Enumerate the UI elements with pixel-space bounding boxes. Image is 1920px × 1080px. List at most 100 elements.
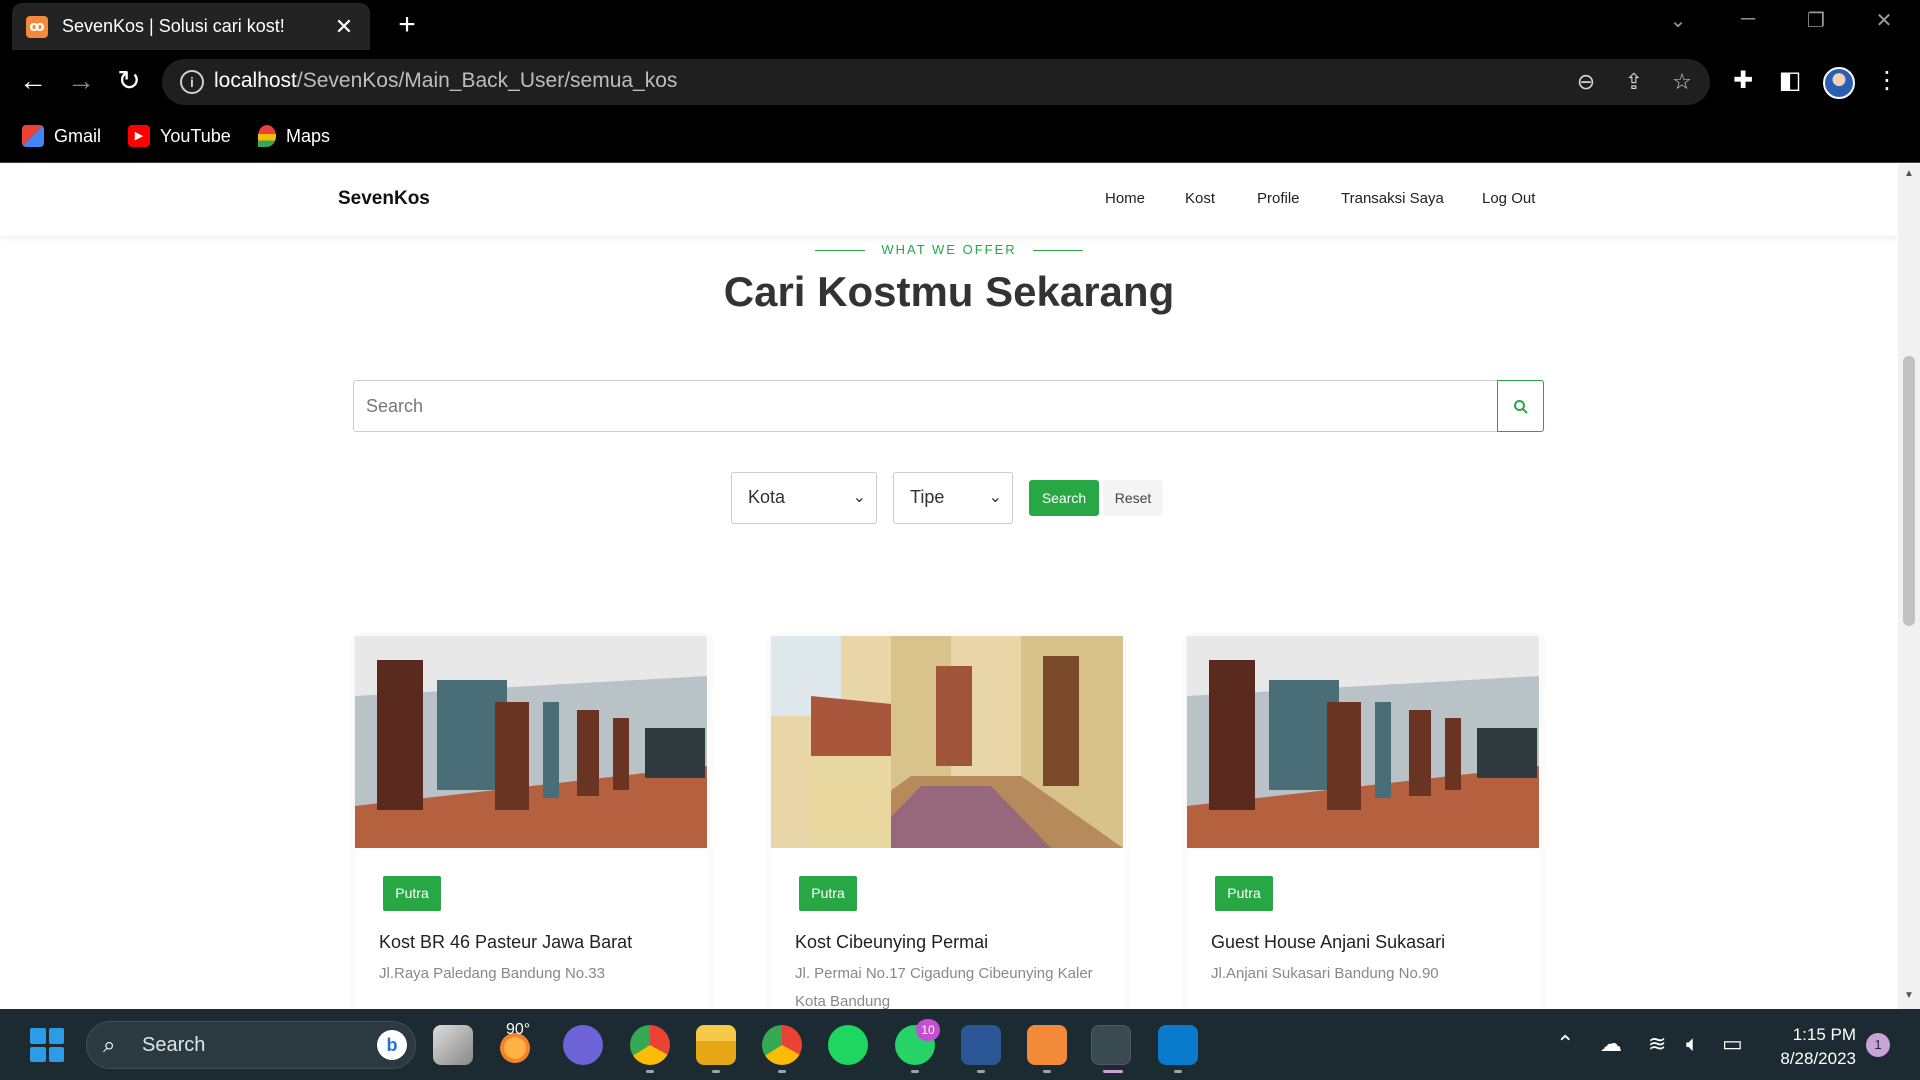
eyebrow-line-right: [1032, 250, 1083, 252]
onedrive-cloud-icon[interactable]: ☁: [1600, 1031, 1622, 1057]
whatsapp-badge: 10: [916, 1019, 940, 1041]
filter-search-button[interactable]: Search: [1029, 480, 1099, 516]
running-indicator: [778, 1070, 786, 1073]
chevron-down-icon: ⌄: [988, 489, 1002, 506]
scroll-down-icon[interactable]: ▼: [1898, 990, 1920, 1001]
running-indicator: [1043, 1070, 1051, 1073]
share-icon[interactable]: ⇪: [1620, 69, 1648, 95]
bookmark-maps[interactable]: Maps: [258, 125, 330, 147]
taskbar-search[interactable]: ⌕ Search b: [86, 1021, 416, 1069]
restore-button[interactable]: ❐: [1796, 8, 1836, 33]
start-tile: [48, 1046, 64, 1062]
task-view-icon[interactable]: [433, 1025, 473, 1065]
listing-address: Jl.Raya Paledang Bandung No.33: [379, 965, 605, 982]
running-indicator: [911, 1070, 919, 1073]
listing-photo[interactable]: [1187, 636, 1539, 848]
running-indicator: [712, 1070, 720, 1073]
browser-toolbar: ← → ↻ i localhost/SevenKos/Main_Back_Use…: [0, 50, 1920, 115]
reload-button[interactable]: ↻: [112, 64, 146, 98]
spotify-icon[interactable]: [828, 1025, 868, 1065]
word-icon[interactable]: [961, 1025, 1001, 1065]
tab-close-icon[interactable]: ✕: [332, 14, 356, 40]
nav-transaksi-saya[interactable]: Transaksi Saya: [1341, 190, 1444, 207]
kota-select[interactable]: Kota ⌄: [731, 472, 877, 524]
tab-search-chevron-icon[interactable]: ⌄: [1658, 8, 1698, 33]
nav-profile[interactable]: Profile: [1257, 190, 1300, 207]
close-window-button[interactable]: ✕: [1864, 8, 1904, 33]
bing-icon[interactable]: b: [377, 1030, 407, 1060]
listing-address: Jl. Permai No.17 Cigadung Cibeunying Kal…: [795, 965, 1093, 1009]
listing-photo[interactable]: [771, 636, 1123, 848]
type-badge: Putra: [383, 876, 441, 911]
nav-log-out[interactable]: Log Out: [1482, 190, 1535, 207]
menu-kebab-icon[interactable]: ⋮: [1872, 66, 1902, 95]
site-navbar: SevenKos Home Kost Profile Transaksi Say…: [0, 164, 1898, 236]
extensions-puzzle-icon[interactable]: ✚: [1728, 66, 1758, 95]
nav-kost[interactable]: Kost: [1185, 190, 1215, 207]
minimize-button[interactable]: ─: [1728, 8, 1768, 31]
type-badge: Putra: [1215, 876, 1273, 911]
browser-tab[interactable]: ꝏ SevenKos | Solusi cari kost! ✕: [12, 3, 370, 50]
clock-time: 1:15 PM: [1792, 1025, 1856, 1044]
volume-icon[interactable]: 🔈︎: [1686, 1031, 1699, 1057]
listing-title[interactable]: Kost BR 46 Pasteur Jawa Barat: [379, 932, 632, 953]
back-button[interactable]: ←: [16, 64, 50, 98]
notification-badge[interactable]: 1: [1866, 1033, 1890, 1057]
battery-icon[interactable]: ▭: [1722, 1031, 1743, 1057]
new-tab-button[interactable]: +: [392, 8, 422, 42]
bookmarks-bar: Gmail ▶ YouTube Maps: [0, 115, 1920, 163]
page-scrollbar[interactable]: ▲ ▼: [1898, 164, 1920, 1009]
listing-title[interactable]: Guest House Anjani Sukasari: [1211, 932, 1445, 953]
chrome-icon[interactable]: [630, 1025, 670, 1065]
zoom-out-icon[interactable]: ⊖: [1572, 69, 1600, 95]
taskbar-clock[interactable]: 1:15 PM 8/28/2023: [1760, 1023, 1856, 1071]
bookmark-youtube[interactable]: ▶ YouTube: [128, 125, 231, 147]
scroll-up-icon[interactable]: ▲: [1898, 168, 1920, 179]
xampp-icon[interactable]: [1027, 1025, 1067, 1065]
scrollbar-thumb[interactable]: [1903, 356, 1915, 626]
search-input[interactable]: [354, 381, 1497, 431]
bookmark-star-icon[interactable]: ☆: [1668, 69, 1696, 95]
bookmark-gmail[interactable]: Gmail: [22, 125, 101, 147]
filter-reset-button[interactable]: Reset: [1103, 480, 1163, 516]
nav-home[interactable]: Home: [1105, 190, 1145, 207]
tab-title: SevenKos | Solusi cari kost!: [62, 16, 285, 36]
teams-chat-icon[interactable]: [563, 1025, 603, 1065]
tray-overflow-chevron-icon[interactable]: ⌃: [1556, 1031, 1574, 1057]
search-icon: ⌕: [103, 1032, 116, 1057]
start-tile: [30, 1028, 46, 1044]
section-heading: Cari Kostmu Sekarang: [723, 268, 1175, 315]
xampp-favicon-icon: ꝏ: [26, 15, 48, 38]
tipe-select[interactable]: Tipe ⌄: [893, 472, 1013, 524]
listing-card[interactable]: Putra Kost Cibeunying Permai Jl. Permai …: [771, 636, 1125, 1009]
windows-start-icon[interactable]: [30, 1028, 64, 1062]
tipe-select-value: Tipe: [910, 487, 945, 507]
running-indicator: [977, 1070, 985, 1073]
snipping-tool-icon[interactable]: [1091, 1025, 1131, 1065]
profile-avatar[interactable]: [1823, 67, 1855, 99]
windows-taskbar: ⌕ Search b 90° 10 ⌃ ☁ ≋ 🔈︎ ▭ 1:15 PM 8/2…: [0, 1009, 1920, 1080]
bookmark-label: Maps: [286, 125, 331, 146]
browser-tab-bar: ꝏ SevenKos | Solusi cari kost! ✕ + ⌄ ─ ❐…: [0, 0, 1920, 50]
url-text[interactable]: localhost/SevenKos/Main_Back_User/semua_…: [214, 69, 677, 93]
listing-photo[interactable]: [355, 636, 707, 848]
search-icon-button[interactable]: [1497, 380, 1544, 432]
forward-button[interactable]: →: [64, 64, 98, 98]
file-explorer-icon[interactable]: [696, 1025, 736, 1065]
side-panel-icon[interactable]: ◧: [1775, 66, 1805, 95]
listing-title[interactable]: Kost Cibeunying Permai: [795, 932, 988, 953]
taskbar-search-label: Search: [142, 1034, 206, 1056]
site-info-icon[interactable]: i: [180, 70, 204, 94]
type-badge: Putra: [799, 876, 857, 911]
chevron-down-icon: ⌄: [852, 489, 866, 506]
listing-card[interactable]: Putra Guest House Anjani Sukasari Jl.Anj…: [1187, 636, 1541, 1009]
wifi-icon[interactable]: ≋: [1648, 1031, 1666, 1057]
vscode-icon[interactable]: [1158, 1025, 1198, 1065]
search-bar: [353, 380, 1544, 432]
address-bar[interactable]: i localhost/SevenKos/Main_Back_User/semu…: [162, 59, 1710, 105]
site-brand[interactable]: SevenKos: [338, 188, 430, 210]
eyebrow-text: WHAT WE OFFER: [881, 242, 1017, 257]
chrome-profile-icon[interactable]: [762, 1025, 802, 1065]
listing-card[interactable]: Putra Kost BR 46 Pasteur Jawa Barat Jl.R…: [355, 636, 709, 1009]
active-indicator: [1103, 1070, 1123, 1073]
